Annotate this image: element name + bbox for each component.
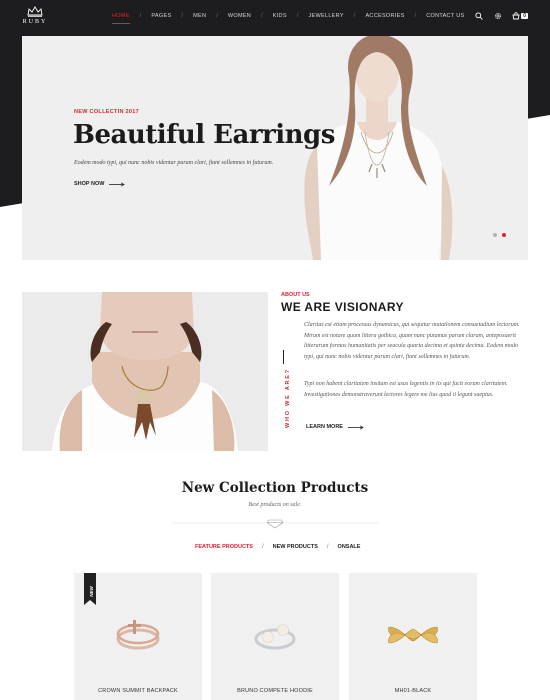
products-subtitle: Best products on sale. — [248, 502, 302, 508]
hero-description: Eodem modo typi, qui nunc nobis videntur… — [74, 160, 274, 166]
nav-pages[interactable]: PAGES — [151, 13, 171, 19]
about-label: ABOUT US — [281, 292, 310, 298]
about-image — [22, 292, 268, 451]
vertical-divider — [283, 350, 284, 364]
shop-now-label: SHOP NOW — [74, 181, 105, 187]
tab-onsale[interactable]: ONSALE — [338, 544, 361, 550]
logo-text: RUBY — [22, 19, 48, 25]
slider-dot[interactable] — [493, 233, 497, 237]
product-image — [116, 620, 160, 650]
nav-separator: / — [353, 13, 356, 19]
nav-jewellery[interactable]: JEWELLERY — [308, 13, 343, 19]
gear-icon[interactable] — [493, 11, 503, 21]
slider-pagination — [493, 233, 506, 237]
nav-separator: / — [414, 13, 417, 19]
arrow-right-icon — [347, 424, 364, 430]
shop-now-link[interactable]: SHOP NOW — [74, 181, 126, 187]
diamond-divider — [172, 519, 378, 529]
tab-separator: / — [326, 544, 329, 550]
new-badge-label: NEW — [88, 586, 94, 597]
nav-separator: / — [261, 13, 263, 19]
product-card[interactable]: MH01-BLACK — [349, 573, 477, 700]
product-tabs: FEATURE PRODUCTS / NEW PRODUCTS / ONSALE — [195, 544, 360, 550]
product-card[interactable]: BRUNO COMPETE HOODIE — [211, 573, 339, 700]
product-image — [254, 624, 296, 650]
product-card[interactable]: NEW CROWN SUMMIT BACKPACK — [74, 573, 202, 700]
who-we-are-label: WHO WE ARE? — [285, 368, 291, 428]
hero-slider: NEW COLLECTIN 2017 Beautiful Earrings Eo… — [22, 36, 528, 260]
about-paragraph-2: Typi non habent claritatem insitam est u… — [304, 381, 508, 398]
about-paragraph-1: Claritas est etiam processus dynamicus, … — [304, 322, 520, 360]
products-title: New Collection Products — [181, 480, 369, 496]
logo[interactable]: RUBY — [20, 6, 50, 25]
cart-count: 0 — [521, 13, 528, 19]
header-actions: 0 — [474, 11, 528, 21]
slider-dot-active[interactable] — [502, 233, 506, 237]
hero-subtitle: NEW COLLECTIN 2017 — [74, 109, 139, 115]
site-header: RUBY HOME / PAGES / MEN / WOMEN / KIDS /… — [0, 0, 550, 36]
nav-separator: / — [296, 13, 299, 19]
about-title: WE ARE VISIONARY — [281, 300, 404, 314]
nav-accesories[interactable]: ACCESORIES — [365, 13, 404, 19]
diamond-icon — [266, 519, 284, 529]
cart-icon[interactable]: 0 — [512, 11, 528, 21]
nav-separator: / — [216, 13, 218, 19]
nav-contact-us[interactable]: CONTACT US — [426, 13, 464, 19]
product-name[interactable]: CROWN SUMMIT BACKPACK — [74, 688, 202, 694]
tab-new-products[interactable]: NEW PRODUCTS — [273, 544, 318, 550]
nav-separator: / — [181, 13, 184, 19]
nav-women[interactable]: WOMEN — [228, 13, 251, 19]
learn-more-label: LEARN MORE — [306, 424, 343, 430]
hero-title: Beautiful Earrings — [73, 120, 335, 150]
nav-men[interactable]: MEN — [193, 13, 206, 19]
product-name[interactable]: BRUNO COMPETE HOODIE — [211, 688, 339, 694]
nav-separator: / — [139, 13, 142, 19]
crown-icon — [27, 6, 43, 17]
tab-feature-products[interactable]: FEATURE PRODUCTS — [195, 544, 253, 550]
nav-kids[interactable]: KIDS — [273, 13, 287, 19]
search-icon[interactable] — [474, 11, 484, 21]
nav-home[interactable]: HOME — [112, 13, 130, 24]
main-nav: HOME / PAGES / MEN / WOMEN / KIDS / JEWE… — [112, 13, 464, 24]
who-we-are-vertical: WHO WE ARE? — [277, 350, 291, 430]
product-name[interactable]: MH01-BLACK — [349, 688, 477, 694]
learn-more-link[interactable]: LEARN MORE — [306, 424, 364, 430]
tab-separator: / — [261, 544, 264, 550]
product-image — [388, 626, 438, 644]
arrow-right-icon — [109, 181, 126, 187]
new-badge: NEW — [84, 573, 96, 605]
